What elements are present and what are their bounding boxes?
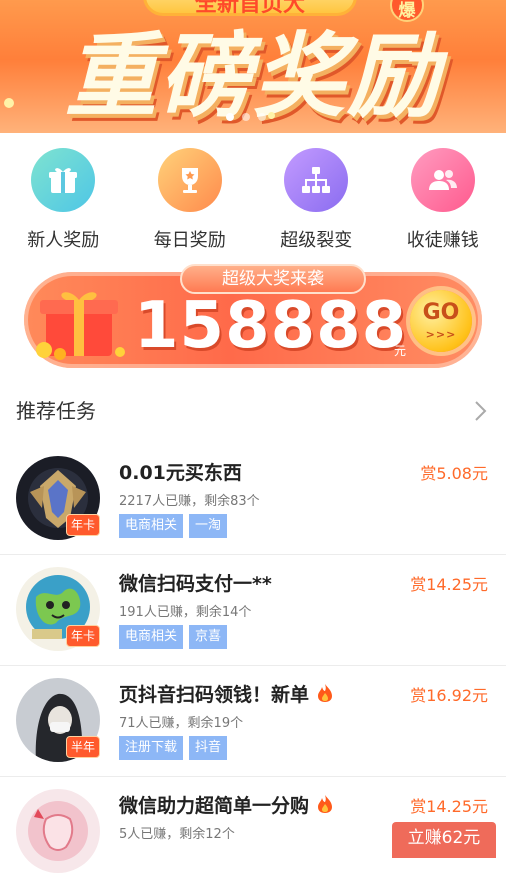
recommended-tasks-header[interactable]: 推荐任务 [16,396,490,426]
task-tag: 抖音 [189,736,227,760]
entry-label: 新人奖励 [0,226,127,252]
carousel-indicator [226,113,266,121]
task-row[interactable]: 半年 页抖音扫码领钱！新单 71人已赚，剩余19个 注册下载 抖音 赏16.92… [0,666,506,777]
section-title: 推荐任务 [16,399,96,423]
quick-entries: 新人奖励 每日奖励 超级裂变 收徒赚钱 [0,148,506,258]
task-tag: 电商相关 [119,514,183,538]
task-title-text: 微信助力超简单一分购 [119,795,309,817]
carousel-dot[interactable] [226,113,234,121]
jackpot-unit: 元 [394,342,406,359]
membership-badge: 年卡 [66,514,100,536]
sparkle-decoration [268,112,275,119]
task-stats: 2217人已赚，剩余83个 [119,490,260,509]
gift-icon [31,148,95,212]
network-icon [284,148,348,212]
task-stats: 5人已赚，剩余12个 [119,823,235,842]
jackpot-banner[interactable]: 超级大奖来袭 158888 元 GO >>> [24,272,482,368]
fire-icon [316,683,334,703]
membership-badge: 半年 [66,736,100,758]
hot-badge: 爆 [390,0,424,22]
earn-now-button[interactable]: 立赚62元 [392,822,496,858]
task-stats: 191人已赚，剩余14个 [119,601,251,620]
task-tag: 电商相关 [119,625,183,649]
task-tags: 注册下载 抖音 [119,736,227,760]
task-stats: 71人已赚，剩余19个 [119,712,243,731]
sparkle-decoration [4,98,14,108]
task-reward: 赏14.25元 [410,793,488,817]
carousel-dot[interactable] [258,113,266,121]
entry-recruit-earn[interactable]: 收徒赚钱 [380,148,506,258]
task-row[interactable]: 年卡 微信扫码支付一** 191人已赚，剩余14个 电商相关 京喜 赏14.25… [0,555,506,666]
entry-super-fission[interactable]: 超级裂变 [253,148,380,258]
jackpot-amount: 158888 [134,290,407,362]
task-title: 页抖音扫码领钱！新单 [119,680,334,707]
entry-new-user-reward[interactable]: 新人奖励 [0,148,127,258]
task-title: 微信扫码支付一** [119,569,272,596]
task-reward: 赏16.92元 [410,682,488,706]
top-banner[interactable]: 全新首页大 爆 重磅奖励 [0,0,506,133]
gift-box-icon [32,286,130,360]
entry-label: 收徒赚钱 [380,226,506,252]
task-tag: 注册下载 [119,736,183,760]
task-avatar [16,789,100,873]
go-label: GO [410,302,472,324]
task-tags: 电商相关 一淘 [119,514,227,538]
carousel-dot[interactable] [242,113,250,121]
trophy-icon [158,148,222,212]
task-title: 0.01元买东西 [119,458,242,485]
task-list: 年卡 0.01元买东西 2217人已赚，剩余83个 电商相关 一淘 赏5.08元… [0,444,506,887]
membership-badge: 年卡 [66,625,100,647]
task-row[interactable]: 年卡 0.01元买东西 2217人已赚，剩余83个 电商相关 一淘 赏5.08元 [0,444,506,555]
task-title: 微信助力超简单一分购 [119,791,334,818]
task-tag: 京喜 [189,625,227,649]
task-reward: 赏5.08元 [420,460,488,484]
entry-label: 每日奖励 [127,226,254,252]
task-tags: 电商相关 京喜 [119,625,227,649]
task-reward: 赏14.25元 [410,571,488,595]
entry-daily-reward[interactable]: 每日奖励 [127,148,254,258]
task-tag: 一淘 [189,514,227,538]
go-button[interactable]: GO >>> [410,290,472,352]
go-arrows: >>> [410,324,472,346]
chevron-right-icon[interactable] [470,399,490,423]
task-title-text: 页抖音扫码领钱！新单 [119,684,309,706]
fire-icon [316,794,334,814]
people-icon [411,148,475,212]
banner-pill: 全新首页大 [143,0,357,16]
entry-label: 超级裂变 [253,226,380,252]
